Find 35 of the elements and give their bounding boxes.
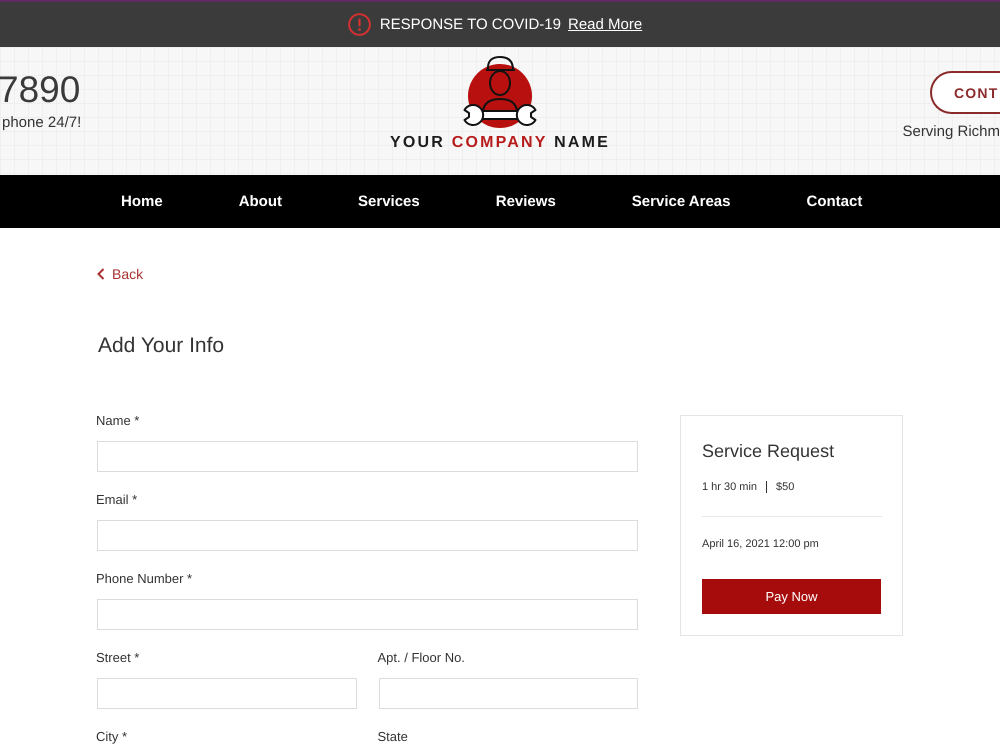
- pay-now-button[interactable]: Pay Now: [702, 579, 881, 614]
- phone-number: 7890: [0, 69, 80, 111]
- date-text: April 16, 2021 12:00 pm: [702, 537, 820, 551]
- alert-icon: [348, 13, 371, 36]
- input-field[interactable]: [97, 678, 356, 709]
- nav-link[interactable]: Contact: [806, 193, 862, 210]
- nav-link[interactable]: Service Areas: [632, 193, 730, 210]
- company-name: YOUR COMPANY NAME: [390, 133, 610, 153]
- input-field[interactable]: [97, 599, 638, 630]
- read-more-link[interactable]: Read More: [568, 16, 642, 33]
- input-field[interactable]: [378, 678, 638, 709]
- chevron-left-icon: [97, 268, 105, 280]
- price-text: $50: [776, 480, 794, 494]
- input-field[interactable]: [97, 441, 638, 472]
- nav-link[interactable]: Services: [358, 193, 420, 210]
- serving-area-text: Serving Richm: [902, 123, 1000, 141]
- nav-link[interactable]: Reviews: [496, 193, 556, 210]
- mechanic-logo-icon: [462, 56, 537, 129]
- service-title: Service Request: [702, 440, 836, 463]
- field-label: City *: [96, 729, 128, 745]
- field-label: Street *: [96, 650, 140, 666]
- nav-link[interactable]: About: [238, 193, 282, 210]
- back-link[interactable]: Back: [97, 264, 144, 284]
- duration-text: 1 hr 30 min: [702, 480, 758, 494]
- field-label: Email *: [96, 492, 138, 508]
- phone-note: phone 24/7!: [2, 114, 82, 132]
- form-title: Add Your Info: [98, 333, 226, 359]
- banner-text: RESPONSE TO COVID-19: [380, 16, 561, 33]
- nav-link[interactable]: Home: [121, 193, 163, 210]
- contact-button[interactable]: CONT: [930, 71, 1000, 114]
- field-label: Name *: [96, 413, 140, 429]
- input-field[interactable]: [97, 520, 638, 551]
- field-label: Apt. / Floor No.: [378, 650, 465, 666]
- field-label: State: [378, 729, 408, 745]
- field-label: Phone Number *: [96, 571, 192, 587]
